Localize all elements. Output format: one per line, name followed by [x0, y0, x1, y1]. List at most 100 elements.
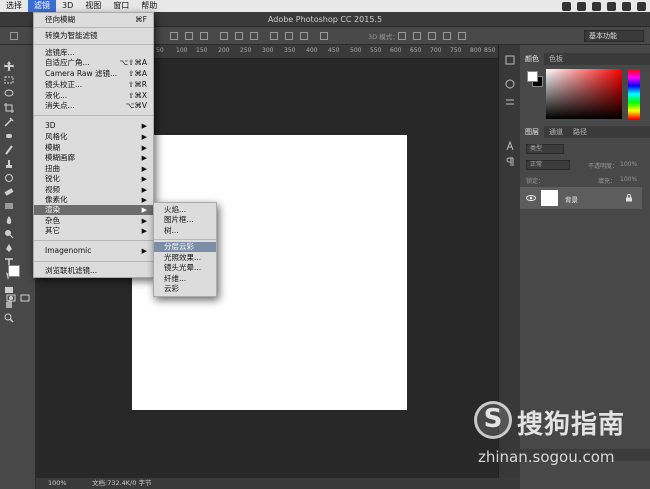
3d-roll-icon[interactable]: [413, 32, 421, 40]
screen-mode-icon[interactable]: [20, 293, 30, 303]
menu-item-last-filter[interactable]: 径向模糊 ⌘F: [34, 15, 153, 25]
brush-tool-icon[interactable]: [4, 145, 14, 155]
3d-slide-icon[interactable]: [443, 32, 451, 40]
align-left-icon[interactable]: [170, 32, 178, 40]
menu-item-browse-online[interactable]: 浏览联机滤镜...: [34, 266, 153, 276]
tab-swatches[interactable]: 色板: [544, 53, 568, 65]
submenu-item-fibers[interactable]: 纤维...: [154, 274, 216, 284]
move-tool-icon[interactable]: [4, 61, 14, 71]
blend-mode-select[interactable]: 正常: [526, 160, 570, 170]
foreground-color-swatch[interactable]: [8, 265, 20, 277]
lasso-tool-icon[interactable]: [4, 89, 14, 99]
submenu-item-flame[interactable]: 火焰...: [154, 205, 216, 215]
menu-item-stylize[interactable]: 风格化 ▶: [34, 132, 153, 142]
submenu-item-lighting-effects[interactable]: 光照效果...: [154, 253, 216, 263]
paragraph-panel-icon[interactable]: [505, 157, 515, 167]
adjustments-panel-icon[interactable]: [505, 79, 515, 89]
history-panel-icon[interactable]: [505, 55, 515, 65]
menu-select[interactable]: 选择: [0, 0, 28, 12]
menu-view[interactable]: 视图: [79, 0, 107, 12]
distribute-top-icon[interactable]: [220, 32, 228, 40]
menu-item-imagenomic[interactable]: Imagenomic ▶: [34, 246, 153, 256]
menu-item-blur-gallery[interactable]: 模糊画廊 ▶: [34, 153, 153, 163]
layer-name[interactable]: 背景: [565, 194, 578, 204]
tray-icon-3[interactable]: [592, 1, 601, 11]
layer-filter-kind[interactable]: 类型: [526, 144, 564, 154]
distribute-middle-icon[interactable]: [235, 32, 243, 40]
history-brush-tool-icon[interactable]: [4, 173, 14, 183]
menu-filter[interactable]: 滤镜: [28, 0, 56, 12]
pen-tool-icon[interactable]: [4, 243, 14, 253]
menu-item-3d[interactable]: 3D ▶: [34, 121, 153, 131]
menu-item-adaptive-wide[interactable]: 自适应广角... ⌥⇧⌘A: [34, 58, 153, 68]
fill-value[interactable]: 100%: [620, 176, 637, 183]
menu-3d[interactable]: 3D: [56, 0, 79, 12]
layer-row[interactable]: [520, 187, 642, 209]
color-picker-field[interactable]: [546, 69, 622, 119]
tray-icon-4[interactable]: [607, 1, 616, 11]
3d-pan-icon[interactable]: [428, 32, 436, 40]
properties-panel-icon[interactable]: [505, 97, 515, 107]
menu-item-noise[interactable]: 杂色 ▶: [34, 216, 153, 226]
healing-brush-tool-icon[interactable]: [4, 131, 14, 141]
opacity-value[interactable]: 100%: [620, 161, 637, 168]
auto-align-icon[interactable]: [320, 32, 328, 40]
menu-item-lens-correction[interactable]: 镜头校正... ⇧⌘R: [34, 80, 153, 90]
submenu-item-difference-clouds[interactable]: 分层云彩: [154, 242, 216, 252]
menu-item-liquify[interactable]: 液化... ⇧⌘X: [34, 91, 153, 101]
align-right-icon[interactable]: [200, 32, 208, 40]
crop-tool-icon[interactable]: [4, 103, 14, 113]
color-panel-foreground-swatch[interactable]: [527, 71, 538, 82]
stamp-tool-icon[interactable]: [4, 159, 14, 169]
color-panel-tabs: 颜色 色板: [520, 53, 650, 65]
marquee-tool-icon[interactable]: [4, 75, 14, 85]
distribute-bottom-icon[interactable]: [250, 32, 258, 40]
character-panel-icon[interactable]: [505, 140, 515, 151]
menu-item-other[interactable]: 其它 ▶: [34, 226, 153, 236]
3d-scale-icon[interactable]: [458, 32, 466, 40]
delete-layer-icon[interactable]: [626, 450, 636, 460]
tray-icon-6[interactable]: [637, 1, 646, 11]
blur-tool-icon[interactable]: [4, 215, 14, 225]
quick-mask-icon[interactable]: [6, 293, 16, 303]
menu-help[interactable]: 帮助: [135, 0, 163, 12]
menu-item-distort[interactable]: 扭曲 ▶: [34, 164, 153, 174]
eraser-tool-icon[interactable]: [4, 187, 14, 197]
menu-item-render[interactable]: 渲染 ▶: [34, 205, 153, 215]
submenu-item-tree[interactable]: 树...: [154, 226, 216, 236]
submenu-item-lens-flare[interactable]: 镜头光晕...: [154, 263, 216, 273]
move-tool-option-icon[interactable]: [10, 32, 18, 40]
menu-item-filter-gallery[interactable]: 滤镜库...: [34, 48, 153, 58]
zoom-tool-icon[interactable]: [4, 313, 14, 323]
3d-orbit-icon[interactable]: [398, 32, 406, 40]
tray-icon-2[interactable]: [577, 1, 586, 11]
menu-item-video[interactable]: 视频 ▶: [34, 185, 153, 195]
tray-icon-1[interactable]: [562, 1, 571, 11]
workspace-select[interactable]: 基本功能: [584, 30, 644, 42]
eyedropper-tool-icon[interactable]: [4, 117, 14, 127]
submenu-item-picture-frame[interactable]: 图片框...: [154, 215, 216, 225]
menu-window[interactable]: 窗口: [107, 0, 135, 12]
menu-item-blur[interactable]: 模糊 ▶: [34, 143, 153, 153]
eye-icon[interactable]: [526, 193, 536, 203]
tab-layers[interactable]: 图层: [520, 126, 544, 138]
tab-color[interactable]: 颜色: [520, 53, 544, 65]
tab-channels[interactable]: 通道: [544, 126, 568, 138]
submenu-item-clouds[interactable]: 云彩: [154, 284, 216, 294]
distribute-right-icon[interactable]: [300, 32, 308, 40]
hue-slider[interactable]: [628, 69, 640, 119]
menu-item-camera-raw[interactable]: Camera Raw 滤镜... ⇧⌘A: [34, 69, 153, 79]
distribute-left-icon[interactable]: [270, 32, 278, 40]
menu-item-pixelate[interactable]: 像素化 ▶: [34, 195, 153, 205]
menu-item-sharpen[interactable]: 锐化 ▶: [34, 174, 153, 184]
layer-thumbnail[interactable]: [541, 190, 558, 206]
distribute-h-icon[interactable]: [285, 32, 293, 40]
align-center-icon[interactable]: [185, 32, 193, 40]
gradient-tool-icon[interactable]: [4, 201, 14, 211]
menu-item-vanishing-point[interactable]: 消失点... ⌥⌘V: [34, 101, 153, 111]
zoom-level[interactable]: 100%: [48, 478, 67, 489]
menu-item-convert-smart[interactable]: 转换为智能滤镜: [34, 31, 153, 41]
tray-icon-5[interactable]: [622, 1, 631, 11]
tab-paths[interactable]: 路径: [568, 126, 592, 138]
dodge-tool-icon[interactable]: [4, 229, 14, 239]
